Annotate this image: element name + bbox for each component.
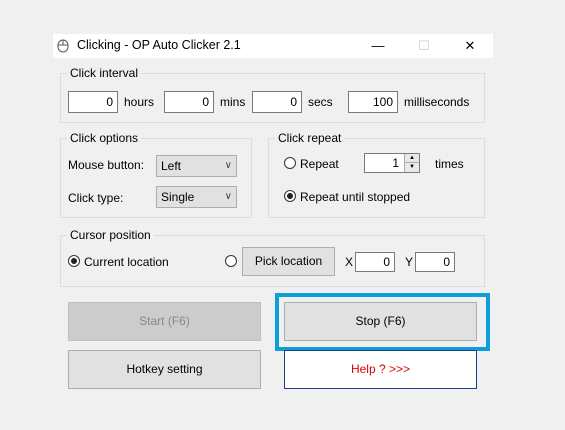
click-type-label: Click type:: [68, 191, 124, 205]
chevron-down-icon: ∨: [224, 191, 232, 202]
mins-input[interactable]: 0: [164, 91, 214, 113]
click-interval-title: Click interval: [67, 66, 142, 80]
repeat-count-value: 1: [392, 156, 399, 170]
help-button[interactable]: Help ? >>>: [284, 350, 477, 389]
hotkey-setting-button[interactable]: Hotkey setting: [68, 350, 261, 389]
cursor-position-title: Cursor position: [67, 228, 154, 242]
mouse-icon: [57, 39, 69, 53]
minimize-button[interactable]: —: [355, 34, 401, 58]
mins-label: mins: [220, 95, 246, 109]
mouse-button-value: Left: [161, 159, 182, 173]
spin-down-icon[interactable]: ▼: [405, 163, 419, 172]
current-location-radio[interactable]: [68, 255, 80, 267]
click-options-title: Click options: [67, 131, 142, 145]
repeat-until-stopped-radio[interactable]: [284, 190, 296, 202]
current-location-label: Current location: [84, 255, 169, 269]
x-label: X: [345, 255, 354, 269]
repeat-count-stepper[interactable]: 1 ▲ ▼: [364, 153, 420, 173]
repeat-label: Repeat: [300, 157, 339, 171]
y-label: Y: [405, 255, 414, 269]
secs-input[interactable]: 0: [252, 91, 302, 113]
repeat-until-stopped-label: Repeat until stopped: [300, 190, 411, 204]
times-label: times: [435, 157, 464, 171]
hours-input[interactable]: 0: [68, 91, 118, 113]
pick-location-button[interactable]: Pick location: [242, 247, 335, 276]
milliseconds-label: milliseconds: [404, 95, 470, 109]
stop-button[interactable]: Stop (F6): [284, 302, 477, 341]
start-button[interactable]: Start (F6): [68, 302, 261, 341]
pick-location-radio[interactable]: [225, 255, 237, 267]
secs-label: secs: [308, 95, 333, 109]
hours-label: hours: [124, 95, 155, 109]
click-type-select[interactable]: Single ∨: [156, 186, 237, 208]
mouse-button-select[interactable]: Left ∨: [156, 155, 237, 177]
repeat-radio[interactable]: [284, 157, 296, 169]
mouse-button-label: Mouse button:: [68, 158, 145, 172]
spin-up-icon[interactable]: ▲: [405, 154, 419, 163]
x-coordinate-input[interactable]: 0: [355, 252, 395, 272]
y-coordinate-input[interactable]: 0: [415, 252, 455, 272]
click-repeat-title: Click repeat: [275, 131, 345, 145]
chevron-down-icon: ∨: [224, 160, 232, 171]
milliseconds-input[interactable]: 100: [348, 91, 398, 113]
click-repeat-group: Click repeat: [268, 131, 485, 218]
title-bar: Clicking - OP Auto Clicker 2.1 — ☐ ✕: [53, 34, 493, 58]
maximize-button: ☐: [418, 38, 430, 53]
click-type-value: Single: [161, 190, 195, 204]
window-title: Clicking - OP Auto Clicker 2.1: [77, 38, 241, 52]
close-button[interactable]: ✕: [447, 34, 493, 58]
